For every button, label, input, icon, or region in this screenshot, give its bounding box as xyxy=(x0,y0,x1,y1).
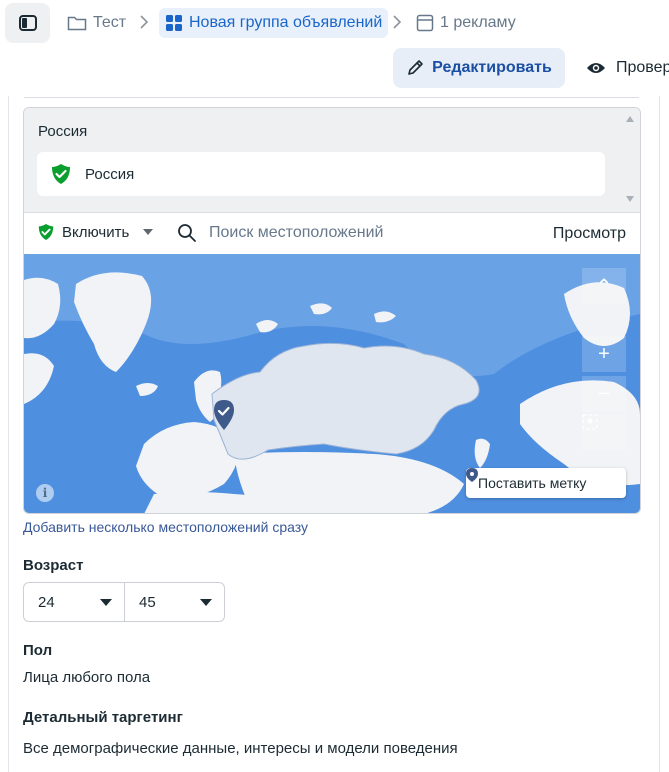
age-range-selector: 24 45 xyxy=(23,582,225,622)
edit-button-label: Редактировать xyxy=(432,59,552,76)
age-min-select[interactable]: 24 xyxy=(24,583,124,621)
green-check-shield-icon xyxy=(52,164,70,184)
preview-button[interactable]: Провер xyxy=(586,48,669,88)
grid-icon xyxy=(166,15,182,31)
detailed-targeting-label: Детальный таргетинг xyxy=(23,709,183,726)
drop-pin-button[interactable]: Поставить метку xyxy=(466,468,626,498)
breadcrumb-adset[interactable]: Новая группа объявлений xyxy=(159,8,389,38)
info-icon[interactable]: i xyxy=(36,484,54,502)
sidebar-toggle-icon xyxy=(18,15,37,31)
chevron-right-icon xyxy=(140,15,149,29)
location-map[interactable]: ⌃ + − Поставить метку i xyxy=(24,254,640,513)
breadcrumb-adset-label: Новая группа объявлений xyxy=(189,14,383,31)
search-icon xyxy=(178,224,196,242)
detailed-targeting-value: Все демографические данные, интересы и м… xyxy=(23,740,458,757)
breadcrumb-campaign[interactable]: Тест xyxy=(67,8,126,38)
divider xyxy=(24,97,639,98)
bulk-add-locations-link[interactable]: Добавить несколько местоположений сразу xyxy=(23,519,308,535)
locate-button[interactable] xyxy=(582,414,626,450)
green-check-shield-icon xyxy=(38,224,54,240)
ad-frame-icon xyxy=(416,14,434,32)
pencil-icon xyxy=(408,60,423,75)
caret-down-icon xyxy=(100,598,112,606)
folder-icon xyxy=(67,16,87,31)
browse-link[interactable]: Просмотр xyxy=(553,225,626,243)
edit-button[interactable]: Редактировать xyxy=(393,48,565,88)
location-search xyxy=(177,223,509,243)
age-max-select[interactable]: 45 xyxy=(124,583,224,621)
zoom-in-button[interactable]: + xyxy=(582,336,626,372)
breadcrumb-bar: Тест Новая группа объявлений 1 рекламу xyxy=(0,0,669,46)
caret-down-icon xyxy=(200,598,212,606)
breadcrumb-ads[interactable]: 1 рекламу xyxy=(416,8,516,38)
chevron-right-icon xyxy=(393,15,402,29)
include-dropdown-label: Включить xyxy=(62,223,130,241)
breadcrumb-ads-label: 1 рекламу xyxy=(440,14,516,31)
include-dropdown[interactable]: Включить xyxy=(38,223,154,241)
map-collapse-button[interactable]: ⌃ xyxy=(582,268,626,304)
age-max-value: 45 xyxy=(139,593,156,611)
zoom-out-button[interactable]: − xyxy=(582,376,626,412)
scroll-up-arrow[interactable] xyxy=(626,116,634,122)
location-list: Россия Россия xyxy=(24,108,640,212)
map-pin-icon xyxy=(466,468,478,482)
eye-icon xyxy=(587,63,605,73)
location-toolbar: Включить Просмотр xyxy=(24,212,640,254)
location-chip[interactable]: Россия xyxy=(37,152,605,196)
location-group-title: Россия xyxy=(38,123,88,140)
drop-pin-label: Поставить метку xyxy=(478,475,587,491)
preview-button-label: Провер xyxy=(616,59,669,76)
breadcrumb-campaign-label: Тест xyxy=(93,14,127,31)
age-min-value: 24 xyxy=(38,593,55,611)
locate-icon xyxy=(582,414,598,430)
location-search-input[interactable] xyxy=(209,224,509,242)
scroll-down-arrow[interactable] xyxy=(626,196,634,202)
sidebar-toggle-button[interactable] xyxy=(5,3,50,43)
age-label: Возраст xyxy=(23,557,84,574)
gender-label: Пол xyxy=(23,642,53,659)
location-chip-label: Россия xyxy=(85,165,135,183)
location-targeting-box: Россия Россия Включить Прос xyxy=(23,107,641,514)
caret-down-icon xyxy=(143,229,154,235)
action-bar: Редактировать Провер xyxy=(0,46,669,96)
gender-value: Лица любого пола xyxy=(23,669,151,686)
